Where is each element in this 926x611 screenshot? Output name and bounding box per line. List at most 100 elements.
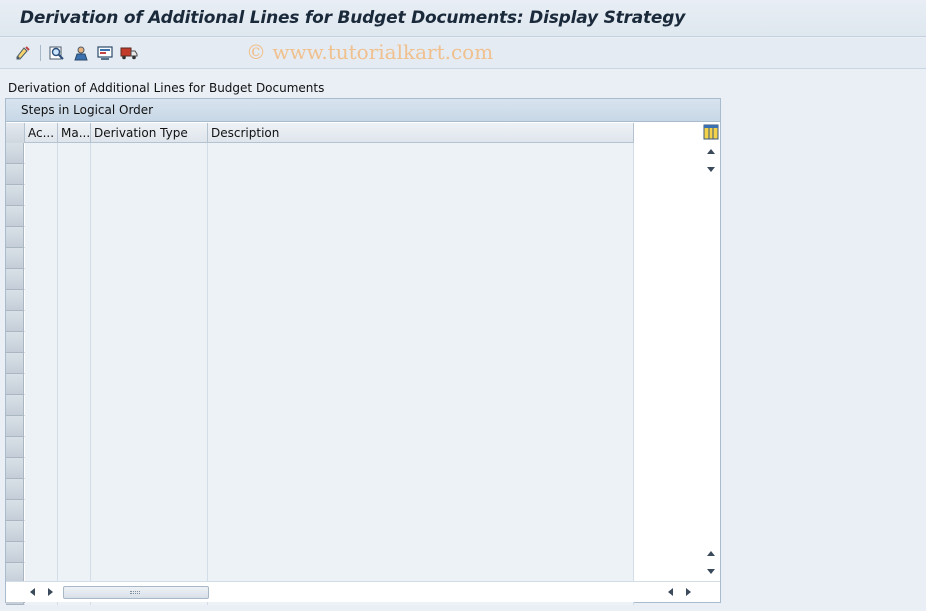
table-cell-mandatory[interactable] <box>58 290 91 311</box>
row-selector[interactable] <box>6 311 24 332</box>
row-selector[interactable] <box>6 521 24 542</box>
table-cell-mandatory[interactable] <box>58 521 91 542</box>
table-cell-mandatory[interactable] <box>58 542 91 563</box>
row-selector[interactable] <box>6 437 24 458</box>
row-selector[interactable] <box>6 143 24 164</box>
table-row[interactable] <box>6 521 634 542</box>
row-selector[interactable] <box>6 500 24 521</box>
row-selector[interactable] <box>6 395 24 416</box>
table-row[interactable] <box>6 311 634 332</box>
table-cell-description[interactable] <box>208 206 634 227</box>
table-cell-active[interactable] <box>25 479 58 500</box>
table-cell-description[interactable] <box>208 395 634 416</box>
table-cell-derivation-type[interactable] <box>91 185 208 206</box>
table-cell-derivation-type[interactable] <box>91 395 208 416</box>
table-cell-active[interactable] <box>25 437 58 458</box>
table-cell-mandatory[interactable] <box>58 206 91 227</box>
table-cell-mandatory[interactable] <box>58 269 91 290</box>
table-cell-mandatory[interactable] <box>58 143 91 164</box>
table-cell-mandatory[interactable] <box>58 311 91 332</box>
table-cell-derivation-type[interactable] <box>91 332 208 353</box>
table-cell-mandatory[interactable] <box>58 227 91 248</box>
table-cell-mandatory[interactable] <box>58 395 91 416</box>
table-row[interactable] <box>6 269 634 290</box>
find-icon[interactable] <box>48 44 66 62</box>
table-cell-active[interactable] <box>25 353 58 374</box>
table-row[interactable] <box>6 185 634 206</box>
table-cell-active[interactable] <box>25 395 58 416</box>
table-cell-mandatory[interactable] <box>58 479 91 500</box>
row-selector[interactable] <box>6 227 24 248</box>
table-cell-active[interactable] <box>25 143 58 164</box>
person-icon[interactable] <box>72 44 90 62</box>
table-cell-derivation-type[interactable] <box>91 164 208 185</box>
table-cell-derivation-type[interactable] <box>91 227 208 248</box>
table-cell-active[interactable] <box>25 269 58 290</box>
table-cell-description[interactable] <box>208 374 634 395</box>
scroll-right-end-arrow-icon[interactable] <box>686 588 691 596</box>
table-cell-derivation-type[interactable] <box>91 353 208 374</box>
scroll-down-arrow-icon[interactable] <box>707 167 715 172</box>
row-selector[interactable] <box>6 290 24 311</box>
table-cell-description[interactable] <box>208 311 634 332</box>
column-header-mandatory[interactable]: Ma... <box>58 123 91 143</box>
edit-pencil-icon[interactable] <box>14 44 32 62</box>
table-cell-active[interactable] <box>25 206 58 227</box>
row-selector[interactable] <box>6 479 24 500</box>
transport-truck-icon[interactable] <box>120 44 138 62</box>
table-cell-derivation-type[interactable] <box>91 521 208 542</box>
table-cell-derivation-type[interactable] <box>91 143 208 164</box>
table-cell-derivation-type[interactable] <box>91 416 208 437</box>
table-cell-active[interactable] <box>25 290 58 311</box>
scroll-down-end-arrow-icon[interactable] <box>707 569 715 574</box>
table-row[interactable] <box>6 206 634 227</box>
table-cell-active[interactable] <box>25 164 58 185</box>
table-cell-derivation-type[interactable] <box>91 500 208 521</box>
table-cell-derivation-type[interactable] <box>91 458 208 479</box>
table-cell-active[interactable] <box>25 521 58 542</box>
table-cell-description[interactable] <box>208 437 634 458</box>
table-row[interactable] <box>6 458 634 479</box>
table-row[interactable] <box>6 143 634 164</box>
table-row[interactable] <box>6 416 634 437</box>
table-row[interactable] <box>6 353 634 374</box>
table-cell-active[interactable] <box>25 416 58 437</box>
table-cell-mandatory[interactable] <box>58 416 91 437</box>
table-row[interactable] <box>6 374 634 395</box>
table-cell-description[interactable] <box>208 500 634 521</box>
select-all-cell[interactable] <box>6 123 25 143</box>
table-cell-description[interactable] <box>208 248 634 269</box>
table-cell-description[interactable] <box>208 542 634 563</box>
table-row[interactable] <box>6 542 634 563</box>
row-selector[interactable] <box>6 248 24 269</box>
table-cell-derivation-type[interactable] <box>91 248 208 269</box>
row-selector[interactable] <box>6 374 24 395</box>
table-cell-mandatory[interactable] <box>58 185 91 206</box>
table-cell-mandatory[interactable] <box>58 248 91 269</box>
table-cell-derivation-type[interactable] <box>91 479 208 500</box>
row-selector[interactable] <box>6 185 24 206</box>
row-selector[interactable] <box>6 332 24 353</box>
table-row[interactable] <box>6 332 634 353</box>
table-row[interactable] <box>6 227 634 248</box>
row-selector[interactable] <box>6 458 24 479</box>
column-header-active[interactable]: Ac... <box>25 123 58 143</box>
table-cell-derivation-type[interactable] <box>91 290 208 311</box>
row-selector[interactable] <box>6 164 24 185</box>
table-cell-description[interactable] <box>208 332 634 353</box>
table-cell-mandatory[interactable] <box>58 332 91 353</box>
table-cell-description[interactable] <box>208 164 634 185</box>
table-cell-active[interactable] <box>25 458 58 479</box>
table-row[interactable] <box>6 164 634 185</box>
table-cell-active[interactable] <box>25 311 58 332</box>
table-cell-derivation-type[interactable] <box>91 269 208 290</box>
table-cell-derivation-type[interactable] <box>91 437 208 458</box>
table-cell-description[interactable] <box>208 143 634 164</box>
table-cell-mandatory[interactable] <box>58 164 91 185</box>
table-row[interactable] <box>6 248 634 269</box>
table-cell-description[interactable] <box>208 416 634 437</box>
scroll-up-arrow-icon[interactable] <box>707 149 715 154</box>
scroll-left-arrow-icon[interactable] <box>30 588 35 596</box>
vertical-scrollbar[interactable] <box>702 143 720 581</box>
row-selector[interactable] <box>6 206 24 227</box>
